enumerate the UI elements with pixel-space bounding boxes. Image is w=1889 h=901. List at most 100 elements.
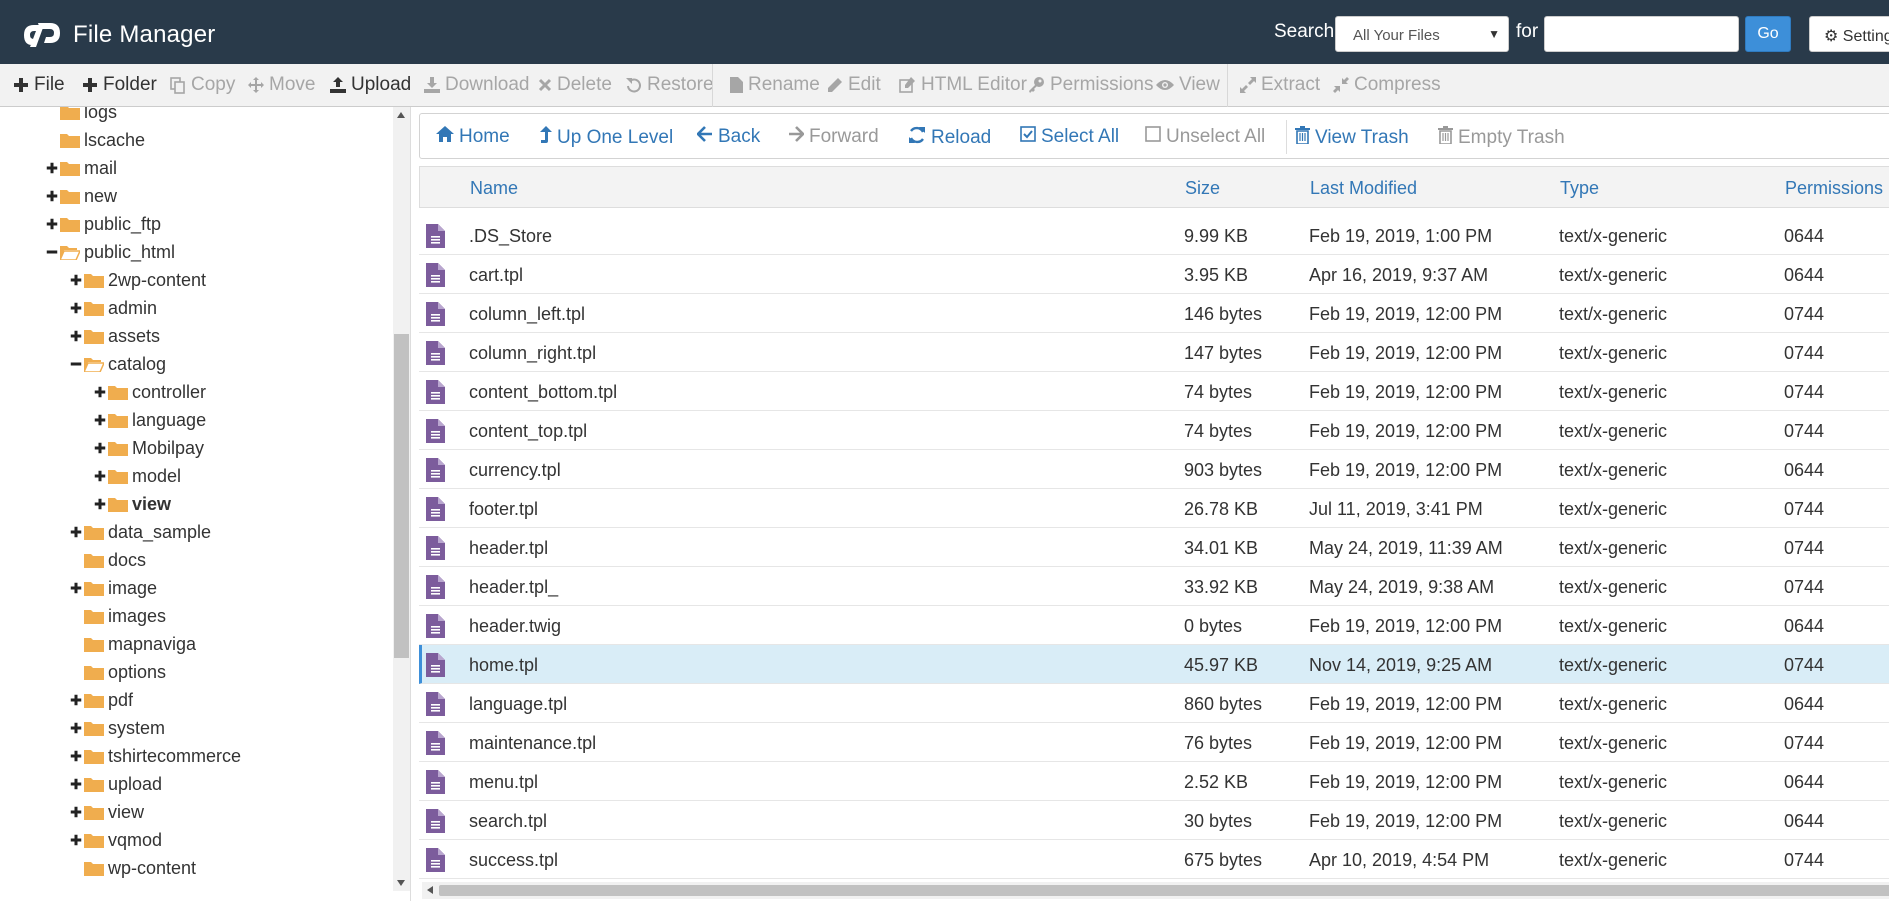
- column-header-type[interactable]: Type: [1560, 178, 1599, 199]
- table-row[interactable]: header.twig 0 bytes Feb 19, 2019, 12:00 PM…: [419, 606, 1889, 645]
- expand-plus-icon[interactable]: [69, 330, 83, 342]
- table-row[interactable]: footer.tpl 26.78 KB Jul 11, 2019, 3:41 PM t…: [419, 489, 1889, 528]
- expand-plus-icon[interactable]: [69, 274, 83, 286]
- unselect-all-button[interactable]: Unselect All: [1145, 126, 1265, 148]
- new-file-button[interactable]: File: [13, 74, 65, 96]
- up-one-level-button[interactable]: Up One Level: [540, 126, 673, 150]
- tree-item[interactable]: options: [69, 660, 166, 684]
- table-scrollbar-thumb[interactable]: [439, 885, 1889, 896]
- tree-item[interactable]: image: [69, 576, 157, 600]
- move-button[interactable]: Move: [248, 74, 315, 96]
- column-header-name[interactable]: Name: [470, 178, 518, 199]
- compress-button[interactable]: Compress: [1333, 74, 1441, 96]
- download-button[interactable]: Download: [424, 74, 530, 96]
- scroll-down-icon[interactable]: [397, 880, 405, 886]
- rename-button[interactable]: Rename: [730, 74, 820, 96]
- table-horizontal-scrollbar[interactable]: [422, 882, 1889, 899]
- scroll-left-icon[interactable]: [427, 886, 433, 894]
- delete-button[interactable]: Delete: [538, 74, 612, 96]
- expand-plus-icon[interactable]: [93, 470, 107, 482]
- expand-plus-icon[interactable]: [45, 218, 59, 230]
- tree-item[interactable]: lscache: [45, 128, 145, 152]
- tree-item[interactable]: assets: [69, 324, 160, 348]
- table-row[interactable]: column_left.tpl 146 bytes Feb 19, 2019, 12…: [419, 294, 1889, 333]
- expand-plus-icon[interactable]: [93, 498, 107, 510]
- tree-item[interactable]: language: [93, 408, 206, 432]
- restore-button[interactable]: Restore: [626, 74, 714, 96]
- go-button[interactable]: Go: [1745, 16, 1791, 52]
- expand-plus-icon[interactable]: [69, 806, 83, 818]
- column-header-permissions[interactable]: Permissions: [1785, 178, 1883, 199]
- expand-plus-icon[interactable]: [93, 414, 107, 426]
- tree-item[interactable]: public_ftp: [45, 212, 161, 236]
- tree-item[interactable]: upload: [69, 772, 162, 796]
- tree-scrollbar-thumb[interactable]: [394, 334, 409, 658]
- settings-button[interactable]: ⚙ Settings: [1809, 16, 1889, 52]
- tree-item[interactable]: system: [69, 716, 165, 740]
- permissions-button[interactable]: Permissions: [1028, 74, 1153, 96]
- upload-button[interactable]: Upload: [330, 74, 411, 96]
- expand-plus-icon[interactable]: [45, 162, 59, 174]
- tree-scrollbar[interactable]: [393, 107, 410, 891]
- table-row[interactable]: language.tpl 860 bytes Feb 19, 2019, 12:00…: [419, 684, 1889, 723]
- table-row[interactable]: header.tpl 34.01 KB May 24, 2019, 11:39 AM…: [419, 528, 1889, 567]
- home-button[interactable]: Home: [436, 126, 510, 148]
- expand-plus-icon[interactable]: [93, 386, 107, 398]
- table-row[interactable]: search.tpl 30 bytes Feb 19, 2019, 12:00 PM…: [419, 801, 1889, 840]
- collapse-minus-icon[interactable]: [45, 246, 59, 258]
- tree-item[interactable]: wp-content: [69, 856, 196, 880]
- table-row[interactable]: cart.tpl 3.95 KB Apr 16, 2019, 9:37 AM text…: [419, 255, 1889, 294]
- back-button[interactable]: Back: [696, 126, 760, 148]
- html-editor-button[interactable]: HTML Editor: [899, 74, 1027, 96]
- table-row[interactable]: .DS_Store 9.99 KB Feb 19, 2019, 1:00 PM tex…: [419, 216, 1889, 255]
- tree-item[interactable]: 2wp-content: [69, 268, 206, 292]
- table-row[interactable]: currency.tpl 903 bytes Feb 19, 2019, 12:00…: [419, 450, 1889, 489]
- forward-button[interactable]: Forward: [788, 126, 879, 148]
- table-row[interactable]: content_top.tpl 74 bytes Feb 19, 2019, 12:…: [419, 411, 1889, 450]
- tree-item[interactable]: model: [93, 464, 181, 488]
- select-all-button[interactable]: Select All: [1020, 126, 1119, 148]
- cpanel-logo-icon[interactable]: [24, 19, 64, 47]
- edit-button[interactable]: Edit: [827, 74, 881, 96]
- extract-button[interactable]: Extract: [1240, 74, 1320, 96]
- table-row[interactable]: maintenance.tpl 76 bytes Feb 19, 2019, 12:…: [419, 723, 1889, 762]
- tree-item[interactable]: data_sample: [69, 520, 211, 544]
- tree-item[interactable]: view: [69, 800, 144, 824]
- expand-plus-icon[interactable]: [69, 834, 83, 846]
- tree-item[interactable]: pdf: [69, 688, 133, 712]
- tree-item[interactable]: public_html: [45, 240, 175, 264]
- collapse-minus-icon[interactable]: [69, 358, 83, 370]
- column-header-size[interactable]: Size: [1185, 178, 1220, 199]
- tree-item[interactable]: logs: [45, 107, 117, 124]
- tree-item[interactable]: images: [69, 604, 166, 628]
- tree-item[interactable]: vqmod: [69, 828, 162, 852]
- tree-item[interactable]: mail: [45, 156, 117, 180]
- table-row[interactable]: menu.tpl 2.52 KB Feb 19, 2019, 12:00 PM tex…: [419, 762, 1889, 801]
- expand-plus-icon[interactable]: [69, 778, 83, 790]
- view-button[interactable]: View: [1156, 74, 1220, 96]
- table-row[interactable]: column_right.tpl 147 bytes Feb 19, 2019, 1…: [419, 333, 1889, 372]
- search-scope-select[interactable]: All Your Files ▼: [1335, 16, 1509, 52]
- tree-item[interactable]: docs: [69, 548, 146, 572]
- table-row[interactable]: home.tpl 45.97 KB Nov 14, 2019, 9:25 AM tex…: [419, 645, 1889, 684]
- search-input[interactable]: [1544, 16, 1739, 52]
- tree-item[interactable]: view: [93, 492, 171, 516]
- tree-item[interactable]: controller: [93, 380, 206, 404]
- table-row[interactable]: header.tpl_ 33.92 KB May 24, 2019, 9:38 AM…: [419, 567, 1889, 606]
- scroll-up-icon[interactable]: [397, 112, 405, 118]
- column-header-last-modified[interactable]: Last Modified: [1310, 178, 1417, 199]
- reload-button[interactable]: Reload: [908, 126, 991, 150]
- expand-plus-icon[interactable]: [69, 750, 83, 762]
- expand-plus-icon[interactable]: [69, 526, 83, 538]
- expand-plus-icon[interactable]: [69, 302, 83, 314]
- tree-item[interactable]: tshirtecommerce: [69, 744, 241, 768]
- tree-item[interactable]: admin: [69, 296, 157, 320]
- tree-item[interactable]: new: [45, 184, 117, 208]
- tree-item[interactable]: mapnaviga: [69, 632, 196, 656]
- expand-plus-icon[interactable]: [69, 694, 83, 706]
- expand-plus-icon[interactable]: [45, 190, 59, 202]
- new-folder-button[interactable]: Folder: [82, 74, 157, 96]
- expand-plus-icon[interactable]: [69, 722, 83, 734]
- copy-button[interactable]: Copy: [170, 74, 235, 96]
- empty-trash-button[interactable]: Empty Trash: [1438, 126, 1565, 150]
